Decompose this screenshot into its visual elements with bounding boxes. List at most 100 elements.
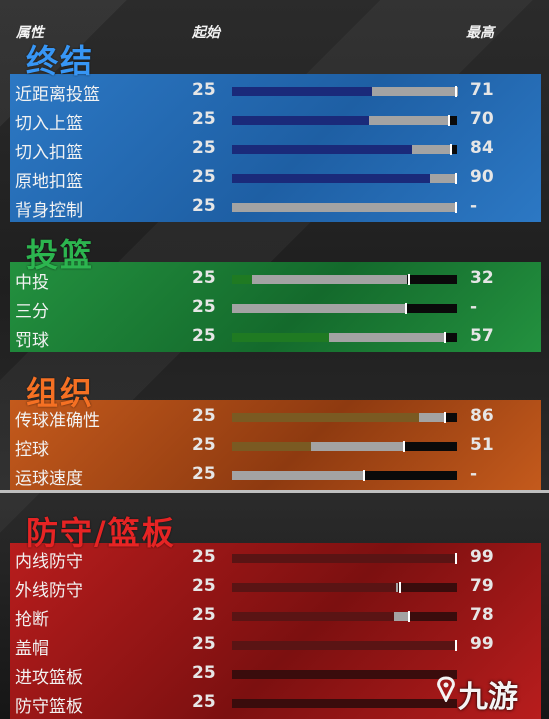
attribute-label: 防守篮板 xyxy=(15,697,83,717)
attribute-start-value: 25 xyxy=(192,406,216,426)
attribute-label: 中投 xyxy=(15,273,49,293)
attribute-label: 控球 xyxy=(15,440,49,460)
attribute-label: 抢断 xyxy=(15,610,49,630)
attribute-start-value: 25 xyxy=(192,268,216,288)
attribute-row[interactable]: 传球准确性 25 86 xyxy=(10,402,541,431)
attribute-start-value: 25 xyxy=(192,435,216,455)
attribute-row[interactable]: 中投 25 32 xyxy=(10,264,541,293)
attribute-start-value: 25 xyxy=(192,297,216,317)
attribute-row[interactable]: 外线防守 25 79 xyxy=(10,572,541,601)
attribute-row[interactable]: 切入上篮 25 70 xyxy=(10,105,541,134)
attribute-max-value: 70 xyxy=(470,109,494,129)
attribute-row[interactable]: 控球 25 51 xyxy=(10,431,541,460)
bar-max-marker xyxy=(403,441,405,452)
attribute-start-value: 25 xyxy=(192,80,216,100)
bar-max-marker xyxy=(405,303,407,314)
bar-potential-fill xyxy=(372,87,458,96)
attribute-progress-bar xyxy=(232,412,457,423)
bar-potential-fill xyxy=(232,304,405,313)
attribute-progress-bar xyxy=(232,303,457,314)
bar-max-marker xyxy=(455,173,457,184)
bar-max-marker xyxy=(455,86,457,97)
attribute-progress-bar xyxy=(232,115,457,126)
column-header-max: 最高 xyxy=(466,25,494,41)
bar-base-fill xyxy=(232,174,430,183)
attribute-start-value: 25 xyxy=(192,634,216,654)
attribute-label: 三分 xyxy=(15,302,49,322)
attribute-label: 传球准确性 xyxy=(15,411,100,431)
attribute-max-value: - xyxy=(470,196,478,216)
attribute-row[interactable]: 近距离投篮 25 71 xyxy=(10,76,541,105)
bar-base-fill xyxy=(232,442,311,451)
attribute-max-value: - xyxy=(470,297,478,317)
bar-base-fill xyxy=(232,145,412,154)
attribute-row[interactable]: 运球速度 25 - xyxy=(10,460,541,489)
attribute-max-value: 79 xyxy=(470,576,494,596)
bar-base-fill xyxy=(232,413,419,422)
bar-potential-fill xyxy=(412,145,450,154)
bar-potential-fill xyxy=(232,203,457,212)
attribute-progress-bar xyxy=(232,274,457,285)
column-header-start: 起始 xyxy=(192,25,220,41)
attribute-row[interactable]: 原地扣篮 25 90 xyxy=(10,163,541,192)
bar-base-fill xyxy=(232,333,329,342)
attribute-label: 切入扣篮 xyxy=(15,143,83,163)
attribute-row[interactable]: 切入扣篮 25 84 xyxy=(10,134,541,163)
bar-max-marker xyxy=(455,640,457,651)
bar-base-fill xyxy=(232,275,252,284)
attribute-max-value: 86 xyxy=(470,406,494,426)
attribute-start-value: 25 xyxy=(192,464,216,484)
attribute-max-value: 90 xyxy=(470,167,494,187)
attribute-row[interactable]: 盖帽 25 99 xyxy=(10,630,541,659)
attribute-start-value: 25 xyxy=(192,196,216,216)
attribute-label: 运球速度 xyxy=(15,469,83,489)
attribute-start-value: 25 xyxy=(192,605,216,625)
attribute-max-value: 99 xyxy=(470,634,494,654)
attribute-row[interactable]: 内线防守 25 99 xyxy=(10,543,541,572)
attribute-progress-bar xyxy=(232,202,457,213)
bar-base-fill xyxy=(232,116,369,125)
bar-potential-fill xyxy=(394,612,408,621)
bar-base-fill xyxy=(232,87,372,96)
bar-potential-fill xyxy=(232,471,363,480)
jiuyou-logo-icon xyxy=(437,676,455,702)
attribute-row[interactable]: 罚球 25 57 xyxy=(10,322,541,351)
attribute-progress-bar xyxy=(232,86,458,97)
bar-max-marker xyxy=(444,332,446,343)
attribute-start-value: 25 xyxy=(192,663,216,683)
attribute-progress-bar xyxy=(232,699,457,708)
attribute-progress-bar xyxy=(232,640,457,651)
bar-max-marker xyxy=(408,274,410,285)
bar-max-marker xyxy=(408,611,410,622)
attribute-label: 切入上篮 xyxy=(15,114,83,134)
attribute-row[interactable]: 三分 25 - xyxy=(10,293,541,322)
bar-potential-fill xyxy=(252,275,407,284)
attribute-start-value: 25 xyxy=(192,167,216,187)
bar-potential-fill xyxy=(396,583,398,592)
attribute-progress-bar xyxy=(232,441,457,452)
attribute-label: 近距离投篮 xyxy=(15,85,100,105)
watermark-text: 九游 xyxy=(458,680,518,715)
attribute-progress-bar xyxy=(232,470,457,481)
attribute-progress-bar xyxy=(232,611,457,622)
bar-max-marker xyxy=(455,553,457,564)
bar-base-fill xyxy=(232,612,394,621)
bar-max-marker xyxy=(455,202,457,213)
bar-potential-fill xyxy=(430,174,457,183)
bar-max-marker xyxy=(363,470,365,481)
attribute-max-value: 84 xyxy=(470,138,494,158)
attribute-max-value: 78 xyxy=(470,605,494,625)
attribute-label: 罚球 xyxy=(15,331,49,351)
attribute-row[interactable]: 抢断 25 78 xyxy=(10,601,541,630)
bar-max-marker xyxy=(444,412,446,423)
attribute-label: 背身控制 xyxy=(15,201,83,221)
attribute-progress-bar xyxy=(232,582,457,593)
attribute-label: 内线防守 xyxy=(15,552,83,572)
attribute-progress-bar xyxy=(232,332,457,343)
attribute-label: 盖帽 xyxy=(15,639,49,659)
attribute-max-value: 51 xyxy=(470,435,494,455)
bar-potential-fill xyxy=(419,413,444,422)
attribute-row[interactable]: 背身控制 25 - xyxy=(10,192,541,221)
bar-max-marker xyxy=(399,582,401,593)
attribute-start-value: 25 xyxy=(192,692,216,712)
